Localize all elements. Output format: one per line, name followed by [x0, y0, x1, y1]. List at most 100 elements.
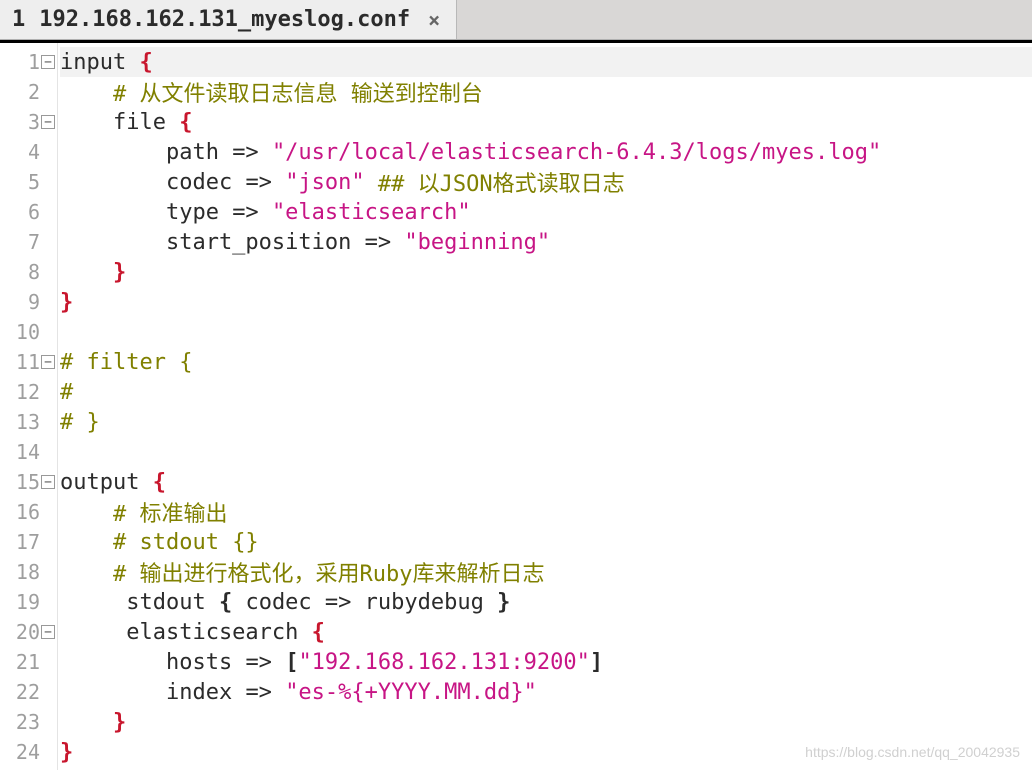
gutter-row: 10: [0, 317, 57, 347]
line-number: 15: [14, 470, 40, 494]
code-line[interactable]: type => "elasticsearch": [60, 197, 1032, 227]
tab-title: 192.168.162.131_myeslog.conf: [39, 7, 410, 32]
gutter-row: 15−: [0, 467, 57, 497]
code-line[interactable]: }: [60, 257, 1032, 287]
tab-index: 1: [12, 7, 25, 32]
token-id: hosts: [60, 650, 245, 675]
gutter-row: 11−: [0, 347, 57, 377]
token-br: {: [312, 620, 325, 645]
token-br: {: [139, 50, 152, 75]
fold-toggle-icon[interactable]: −: [41, 115, 55, 129]
code-line[interactable]: # 标准输出: [60, 497, 1032, 527]
code-line[interactable]: [60, 437, 1032, 467]
gutter: 1−23−4567891011−12131415−1617181920−2122…: [0, 43, 58, 770]
close-icon[interactable]: ×: [428, 8, 440, 32]
code-line[interactable]: input {: [60, 47, 1032, 77]
token-br: {: [179, 110, 192, 135]
fold-spacer: [41, 325, 55, 339]
line-number: 24: [14, 740, 40, 764]
token-op: =>: [325, 590, 352, 615]
line-number: 2: [14, 80, 40, 104]
token-str: "192.168.162.131:9200": [298, 650, 589, 675]
code-line[interactable]: [60, 317, 1032, 347]
line-number: 19: [14, 590, 40, 614]
token-cmt: # 标准输出: [113, 496, 228, 528]
token-str: "elasticsearch": [272, 200, 471, 225]
code-line[interactable]: output {: [60, 467, 1032, 497]
token-id: [60, 560, 113, 585]
fold-spacer: [41, 745, 55, 759]
line-number: 5: [14, 170, 40, 194]
line-number: 21: [14, 650, 40, 674]
line-number: 6: [14, 200, 40, 224]
code-line[interactable]: }: [60, 287, 1032, 317]
code-line[interactable]: elasticsearch {: [60, 617, 1032, 647]
code-line[interactable]: # }: [60, 407, 1032, 437]
token-id: [259, 200, 272, 225]
token-op: =>: [232, 200, 259, 225]
token-id: file: [60, 110, 179, 135]
line-number: 13: [14, 410, 40, 434]
code-line[interactable]: codec => "json" ## 以JSON格式读取日志: [60, 167, 1032, 197]
code-line[interactable]: # 输出进行格式化，采用Ruby库来解析日志: [60, 557, 1032, 587]
fold-toggle-icon[interactable]: −: [41, 625, 55, 639]
watermark: https://blog.csdn.net/qq_20042935: [805, 744, 1020, 760]
line-number: 7: [14, 230, 40, 254]
code-line[interactable]: #: [60, 377, 1032, 407]
fold-spacer: [41, 445, 55, 459]
token-id: codec: [232, 590, 325, 615]
token-id: rubydebug: [351, 590, 497, 615]
code-line[interactable]: stdout { codec => rubydebug }: [60, 587, 1032, 617]
token-kw: output: [60, 470, 153, 495]
fold-spacer: [41, 235, 55, 249]
code-line[interactable]: }: [60, 707, 1032, 737]
code-area[interactable]: input { # 从文件读取日志信息 输送到控制台 file { path =…: [58, 43, 1032, 770]
fold-spacer: [41, 205, 55, 219]
line-number: 1: [14, 50, 40, 74]
fold-toggle-icon[interactable]: −: [41, 55, 55, 69]
token-cmt: #: [60, 380, 73, 405]
token-id: start_position: [60, 230, 365, 255]
gutter-row: 20−: [0, 617, 57, 647]
code-line[interactable]: # 从文件读取日志信息 输送到控制台: [60, 77, 1032, 107]
gutter-row: 23: [0, 707, 57, 737]
gutter-row: 13: [0, 407, 57, 437]
token-br: }: [113, 260, 126, 285]
line-number: 20: [14, 620, 40, 644]
code-line[interactable]: path => "/usr/local/elasticsearch-6.4.3/…: [60, 137, 1032, 167]
token-id: [272, 650, 285, 675]
fold-spacer: [41, 85, 55, 99]
token-id: [391, 230, 404, 255]
code-line[interactable]: hosts => ["192.168.162.131:9200"]: [60, 647, 1032, 677]
line-number: 8: [14, 260, 40, 284]
token-id: path: [60, 140, 232, 165]
fold-spacer: [41, 565, 55, 579]
token-cmt: # filter {: [60, 350, 192, 375]
token-id: stdout: [60, 590, 219, 615]
line-number: 14: [14, 440, 40, 464]
token-id: [365, 170, 378, 195]
fold-toggle-icon[interactable]: −: [41, 355, 55, 369]
token-id: codec: [60, 170, 245, 195]
gutter-row: 16: [0, 497, 57, 527]
editor: 1−23−4567891011−12131415−1617181920−2122…: [0, 40, 1032, 770]
fold-spacer: [41, 685, 55, 699]
token-cmt: ## 以JSON格式读取日志: [378, 166, 625, 198]
code-line[interactable]: # filter {: [60, 347, 1032, 377]
gutter-row: 12: [0, 377, 57, 407]
file-tab[interactable]: 1 192.168.162.131_myeslog.conf ×: [0, 0, 457, 39]
token-str: "json": [285, 170, 364, 195]
token-id: [60, 80, 113, 105]
code-line[interactable]: start_position => "beginning": [60, 227, 1032, 257]
token-id: [272, 170, 285, 195]
fold-spacer: [41, 535, 55, 549]
code-line[interactable]: # stdout {}: [60, 527, 1032, 557]
code-line[interactable]: index => "es-%{+YYYY.MM.dd}": [60, 677, 1032, 707]
fold-toggle-icon[interactable]: −: [41, 475, 55, 489]
line-number: 22: [14, 680, 40, 704]
token-id: [60, 530, 113, 555]
token-id: [60, 500, 113, 525]
token-nbr: ]: [590, 650, 603, 675]
fold-spacer: [41, 715, 55, 729]
code-line[interactable]: file {: [60, 107, 1032, 137]
